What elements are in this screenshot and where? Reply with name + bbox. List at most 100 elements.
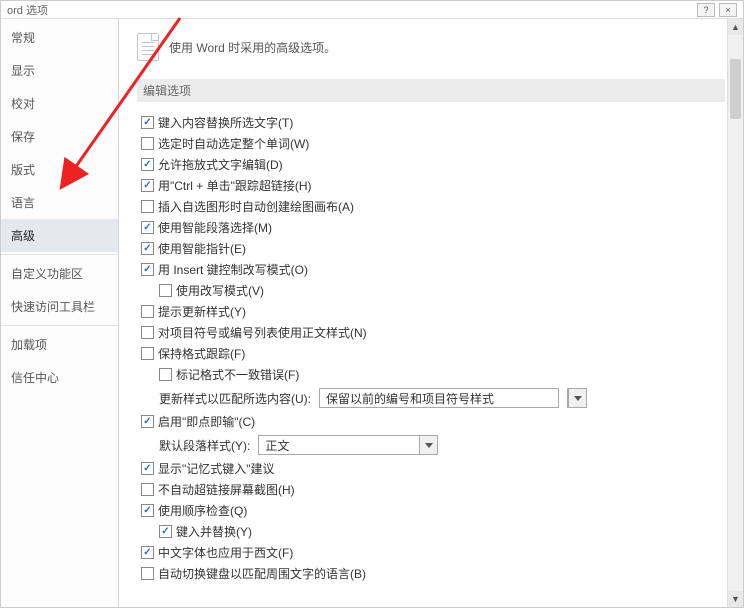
sidebar-item-advanced[interactable]: 高级	[1, 219, 118, 252]
opt-typing-replaces-selection[interactable]: 键入内容替换所选文字(T)	[141, 112, 725, 133]
sidebar: 常规 显示 校对 保存 版式 语言 高级 自定义功能区 快速访问工具栏 加载项 …	[1, 19, 119, 607]
opt-smart-cursor[interactable]: 使用智能指针(E)	[141, 238, 725, 259]
sidebar-item-label: 校对	[11, 97, 35, 111]
sidebar-item-label: 语言	[11, 196, 35, 210]
scroll-down-icon[interactable]: ▼	[728, 591, 743, 607]
opt-label: 键入并替换(Y)	[176, 523, 252, 540]
field-update-style: 更新样式以匹配所选内容(U): 保留以前的编号和项目符号样式	[141, 385, 725, 411]
sidebar-item-language[interactable]: 语言	[1, 186, 118, 219]
checkbox-icon[interactable]	[141, 567, 154, 580]
opt-auto-switch-keyboard[interactable]: 自动切换键盘以匹配周围文字的语言(B)	[141, 563, 725, 584]
opt-type-and-replace[interactable]: 键入并替换(Y)	[141, 521, 725, 542]
opt-label: 不自动超链接屏幕截图(H)	[158, 481, 295, 498]
opt-apply-asian-font-to-latin[interactable]: 中文字体也应用于西文(F)	[141, 542, 725, 563]
opt-label: 显示"记忆式键入"建议	[158, 460, 275, 477]
opt-use-overtype-mode[interactable]: 使用改写模式(V)	[141, 280, 725, 301]
opt-no-auto-hyperlink-screenshot[interactable]: 不自动超链接屏幕截图(H)	[141, 479, 725, 500]
sidebar-item-label: 自定义功能区	[11, 267, 83, 281]
checkbox-icon[interactable]	[159, 525, 172, 538]
sidebar-separator	[1, 325, 118, 326]
sidebar-item-trust-center[interactable]: 信任中心	[1, 361, 118, 394]
sidebar-separator	[1, 254, 118, 255]
checkbox-icon[interactable]	[141, 263, 154, 276]
checkbox-icon[interactable]	[159, 368, 172, 381]
sidebar-item-label: 常规	[11, 31, 35, 45]
checkbox-icon[interactable]	[141, 305, 154, 318]
scroll-thumb[interactable]	[730, 59, 741, 119]
sidebar-item-label: 信任中心	[11, 371, 59, 385]
body: 常规 显示 校对 保存 版式 语言 高级 自定义功能区 快速访问工具栏 加载项 …	[1, 19, 743, 607]
sidebar-item-addins[interactable]: 加载项	[1, 328, 118, 361]
checkbox-icon[interactable]	[141, 326, 154, 339]
checkbox-icon[interactable]	[159, 284, 172, 297]
checkbox-icon[interactable]	[141, 242, 154, 255]
checkbox-icon[interactable]	[141, 221, 154, 234]
window-title: ord 选项	[7, 2, 48, 18]
combo-value: 保留以前的编号和项目符号样式	[320, 390, 500, 407]
titlebar-buttons: ? ×	[697, 3, 737, 17]
checkbox-icon[interactable]	[141, 483, 154, 496]
opt-prompt-update-style[interactable]: 提示更新样式(Y)	[141, 301, 725, 322]
opt-insert-key-overtype[interactable]: 用 Insert 键控制改写模式(O)	[141, 259, 725, 280]
opt-auto-drawing-canvas[interactable]: 插入自选图形时自动创建绘图画布(A)	[141, 196, 725, 217]
update-style-combo-arrow[interactable]	[567, 388, 587, 408]
update-style-combo[interactable]: 保留以前的编号和项目符号样式	[319, 388, 559, 408]
checkbox-icon[interactable]	[141, 504, 154, 517]
opt-select-whole-word[interactable]: 选定时自动选定整个单词(W)	[141, 133, 725, 154]
opt-label: 提示更新样式(Y)	[158, 303, 246, 320]
page-icon	[137, 33, 159, 61]
field-label: 默认段落样式(Y):	[159, 437, 250, 454]
main-panel: 使用 Word 时采用的高级选项。 编辑选项 键入内容替换所选文字(T) 选定时…	[119, 19, 743, 607]
opt-label: 使用智能段落选择(M)	[158, 219, 272, 236]
opt-label: 用"Ctrl + 单击"跟踪超链接(H)	[158, 177, 312, 194]
sidebar-item-general[interactable]: 常规	[1, 21, 118, 54]
checkbox-icon[interactable]	[141, 137, 154, 150]
opt-label: 使用顺序检查(Q)	[158, 502, 247, 519]
opt-mark-inconsistent-formatting[interactable]: 标记格式不一致错误(F)	[141, 364, 725, 385]
opt-click-and-type[interactable]: 启用"即点即输"(C)	[141, 411, 725, 432]
titlebar: ord 选项 ? ×	[1, 1, 743, 19]
sidebar-item-label: 版式	[11, 163, 35, 177]
checkbox-icon[interactable]	[141, 462, 154, 475]
opt-label: 使用智能指针(E)	[158, 240, 246, 257]
opt-track-formatting[interactable]: 保持格式跟踪(F)	[141, 343, 725, 364]
opt-label: 允许拖放式文字编辑(D)	[158, 156, 283, 173]
checkbox-icon[interactable]	[141, 116, 154, 129]
sidebar-item-customize-ribbon[interactable]: 自定义功能区	[1, 257, 118, 290]
opt-show-autocomplete[interactable]: 显示"记忆式键入"建议	[141, 458, 725, 479]
opt-ctrl-click-hyperlink[interactable]: 用"Ctrl + 单击"跟踪超链接(H)	[141, 175, 725, 196]
default-paragraph-combo[interactable]: 正文	[258, 435, 438, 455]
sidebar-item-display[interactable]: 显示	[1, 54, 118, 87]
opt-normal-style-for-lists[interactable]: 对项目符号或编号列表使用正文样式(N)	[141, 322, 725, 343]
checkbox-icon[interactable]	[141, 415, 154, 428]
opt-smart-paragraph-select[interactable]: 使用智能段落选择(M)	[141, 217, 725, 238]
field-label: 更新样式以匹配所选内容(U):	[159, 390, 311, 407]
opt-label: 自动切换键盘以匹配周围文字的语言(B)	[158, 565, 366, 582]
header-text: 使用 Word 时采用的高级选项。	[169, 39, 336, 56]
opt-label: 中文字体也应用于西文(F)	[158, 544, 293, 561]
checkbox-icon[interactable]	[141, 158, 154, 171]
opt-label: 保持格式跟踪(F)	[158, 345, 245, 362]
opt-use-sequence-check[interactable]: 使用顺序检查(Q)	[141, 500, 725, 521]
checkbox-icon[interactable]	[141, 200, 154, 213]
sidebar-item-label: 显示	[11, 64, 35, 78]
sidebar-item-label: 加载项	[11, 338, 47, 352]
opt-label: 启用"即点即输"(C)	[158, 413, 255, 430]
scrollbar-vertical[interactable]: ▲ ▼	[727, 19, 743, 607]
sidebar-item-proofing[interactable]: 校对	[1, 87, 118, 120]
sidebar-item-label: 快速访问工具栏	[11, 300, 95, 314]
scroll-up-icon[interactable]: ▲	[728, 19, 743, 35]
options-list: 键入内容替换所选文字(T) 选定时自动选定整个单词(W) 允许拖放式文字编辑(D…	[137, 112, 725, 584]
opt-label: 用 Insert 键控制改写模式(O)	[158, 261, 308, 278]
checkbox-icon[interactable]	[141, 546, 154, 559]
checkbox-icon[interactable]	[141, 347, 154, 360]
checkbox-icon[interactable]	[141, 179, 154, 192]
close-button[interactable]: ×	[719, 3, 737, 17]
sidebar-item-save[interactable]: 保存	[1, 120, 118, 153]
opt-drag-drop-edit[interactable]: 允许拖放式文字编辑(D)	[141, 154, 725, 175]
sidebar-item-layout[interactable]: 版式	[1, 153, 118, 186]
field-default-paragraph-style: 默认段落样式(Y): 正文	[141, 432, 725, 458]
opt-label: 键入内容替换所选文字(T)	[158, 114, 293, 131]
help-button[interactable]: ?	[697, 3, 715, 17]
sidebar-item-quick-access[interactable]: 快速访问工具栏	[1, 290, 118, 323]
